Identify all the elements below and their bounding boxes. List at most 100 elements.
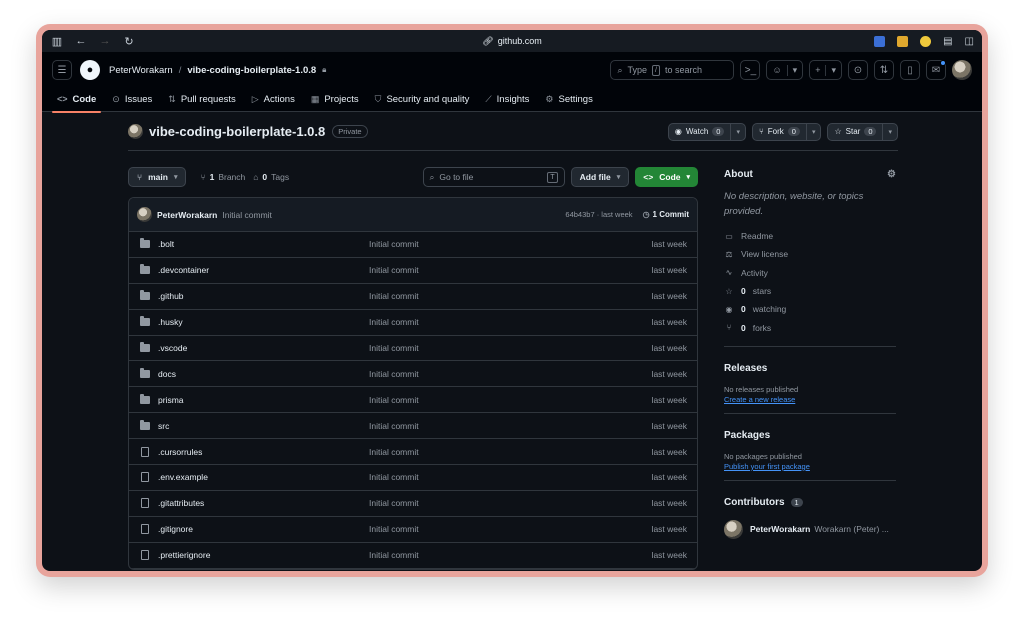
watch-chevron-icon[interactable]: ▾: [730, 123, 745, 140]
table-row[interactable]: .github Initial commit last week: [129, 284, 697, 310]
file-name[interactable]: .bolt: [158, 239, 369, 249]
tab-issues[interactable]: ⊙ Issues: [107, 88, 157, 110]
file-name[interactable]: src: [158, 421, 369, 431]
tab-projects[interactable]: ▦ Projects: [306, 88, 364, 110]
file-commit-message[interactable]: Initial commit: [369, 498, 419, 508]
table-row[interactable]: .env.example Initial commit last week: [129, 465, 697, 491]
file-name[interactable]: .devcontainer: [158, 265, 369, 275]
branches-link[interactable]: ⑂ 1 Branch: [200, 172, 245, 182]
copilot-button[interactable]: ☺ ▾: [766, 60, 804, 80]
file-commit-message[interactable]: Initial commit: [369, 395, 419, 405]
repo-title[interactable]: vibe-coding-boilerplate-1.0.8: [149, 124, 325, 139]
table-row[interactable]: .bolt Initial commit last week: [129, 232, 697, 258]
about-item[interactable]: ◉ 0 watching: [724, 300, 896, 318]
gear-icon[interactable]: ⚙: [887, 169, 896, 180]
about-item[interactable]: ⑂ 0 forks: [724, 318, 896, 336]
file-commit-message[interactable]: Initial commit: [369, 265, 419, 275]
tags-link[interactable]: ⌂ 0 Tags: [253, 172, 289, 182]
file-commit-message[interactable]: Initial commit: [369, 447, 419, 457]
file-name[interactable]: .vscode: [158, 343, 369, 353]
file-name[interactable]: .github: [158, 291, 369, 301]
table-row[interactable]: docs Initial commit last week: [129, 361, 697, 388]
table-row[interactable]: .prettierignore Initial commit last week: [129, 543, 697, 569]
sidebar-toggle-icon[interactable]: ▥: [50, 35, 64, 48]
file-commit-message[interactable]: Initial commit: [369, 472, 419, 482]
commit-history-link[interactable]: ◷ 1 Commit: [643, 210, 689, 219]
contributor-login[interactable]: PeterWorakarn: [750, 524, 810, 534]
table-row[interactable]: .gitignore Initial commit last week: [129, 517, 697, 543]
table-row[interactable]: .devcontainer Initial commit last week: [129, 258, 697, 284]
table-row[interactable]: .husky Initial commit last week: [129, 310, 697, 336]
file-commit-message[interactable]: Initial commit: [369, 524, 419, 534]
packages-title[interactable]: Packages: [724, 430, 896, 441]
file-name[interactable]: .gitattributes: [158, 498, 369, 508]
forward-icon[interactable]: →: [98, 35, 112, 47]
file-commit-message[interactable]: Initial commit: [369, 421, 419, 431]
watch-button[interactable]: ◉ Watch 0 ▾: [667, 122, 746, 141]
publish-package-link[interactable]: Publish your first package: [724, 462, 896, 471]
file-commit-message[interactable]: Initial commit: [369, 291, 419, 301]
tab-code[interactable]: <> Code: [52, 88, 102, 113]
table-row[interactable]: .vscode Initial commit last week: [129, 336, 697, 362]
file-name[interactable]: .husky: [158, 317, 369, 327]
issues-icon[interactable]: ⊙: [848, 60, 868, 80]
file-name[interactable]: .cursorrules: [158, 447, 369, 457]
about-item[interactable]: ☆ 0 stars: [724, 282, 896, 300]
create-chevron-icon[interactable]: ▾: [825, 64, 841, 76]
contributor-avatar[interactable]: [724, 519, 743, 539]
contributor-item[interactable]: PeterWorakarn Worakarn (Peter) ...: [724, 519, 896, 539]
file-commit-message[interactable]: Initial commit: [369, 369, 419, 379]
fork-button[interactable]: ⑂ Fork 0 ▾: [751, 122, 822, 141]
add-file-button[interactable]: Add file ▾: [570, 167, 630, 187]
discussions-icon[interactable]: ▯: [900, 60, 920, 80]
commit-author-avatar[interactable]: [137, 207, 152, 222]
about-item[interactable]: ▭ Readme: [724, 227, 896, 245]
menu-icon[interactable]: ☰: [52, 60, 72, 80]
back-icon[interactable]: ←: [74, 35, 88, 47]
contributors-title[interactable]: Contributors: [724, 497, 785, 508]
github-logo-icon[interactable]: ●: [80, 60, 100, 80]
file-name[interactable]: .prettierignore: [158, 550, 369, 560]
file-commit-message[interactable]: Initial commit: [369, 343, 419, 353]
tab-security[interactable]: ⛉ Security and quality: [370, 88, 475, 110]
file-name[interactable]: docs: [158, 369, 369, 379]
code-button[interactable]: <> Code ▾: [635, 167, 698, 187]
releases-title[interactable]: Releases: [724, 363, 896, 374]
commit-sha-time[interactable]: 64b43b7 · last week: [565, 210, 632, 219]
star-button[interactable]: ☆ Star 0 ▾: [827, 122, 898, 141]
reload-icon[interactable]: ↻: [122, 35, 136, 48]
fork-chevron-icon[interactable]: ▾: [805, 123, 821, 140]
address-bar[interactable]: 🔗︎ github.com: [482, 36, 541, 47]
command-palette-icon[interactable]: >_: [740, 60, 761, 80]
split-view-icon[interactable]: ◫: [965, 36, 974, 47]
table-row[interactable]: .gitattributes Initial commit last week: [129, 491, 697, 517]
about-item[interactable]: ⚖ View license: [724, 245, 896, 263]
table-row[interactable]: src Initial commit last week: [129, 413, 697, 440]
repo-link[interactable]: vibe-coding-boilerplate-1.0.8: [187, 65, 316, 76]
reader-icon[interactable]: ▤: [943, 36, 952, 47]
user-avatar[interactable]: [952, 60, 972, 80]
tab-settings[interactable]: ⚙ Settings: [540, 88, 597, 110]
go-to-file-input[interactable]: ⌕ Go to file T: [422, 167, 565, 187]
about-item[interactable]: ∿ Activity: [724, 264, 896, 282]
owner-link[interactable]: PeterWorakarn: [109, 65, 173, 76]
commit-message[interactable]: Initial commit: [222, 210, 272, 220]
extension-face-icon[interactable]: [920, 35, 932, 47]
inbox-icon[interactable]: ✉: [926, 60, 946, 80]
create-new-button[interactable]: + ▾: [809, 60, 842, 80]
table-row[interactable]: prisma Initial commit last week: [129, 387, 697, 414]
file-commit-message[interactable]: Initial commit: [369, 239, 419, 249]
tab-pull-requests[interactable]: ⇅ Pull requests: [163, 88, 240, 110]
pull-requests-icon[interactable]: ⇅: [874, 60, 894, 80]
create-release-link[interactable]: Create a new release: [724, 395, 896, 404]
file-commit-message[interactable]: Initial commit: [369, 317, 419, 327]
copilot-chevron-icon[interactable]: ▾: [786, 64, 803, 76]
tab-insights[interactable]: ⟋ Insights: [480, 88, 534, 110]
file-commit-message[interactable]: Initial commit: [369, 550, 419, 560]
branch-selector[interactable]: ⑂ main ▾: [128, 167, 187, 187]
file-name[interactable]: prisma: [158, 395, 369, 405]
table-row[interactable]: .cursorrules Initial commit last week: [129, 439, 697, 466]
extension-folder-icon[interactable]: [897, 35, 909, 47]
file-name[interactable]: .env.example: [158, 472, 369, 482]
tab-actions[interactable]: ▷ Actions: [247, 88, 300, 110]
